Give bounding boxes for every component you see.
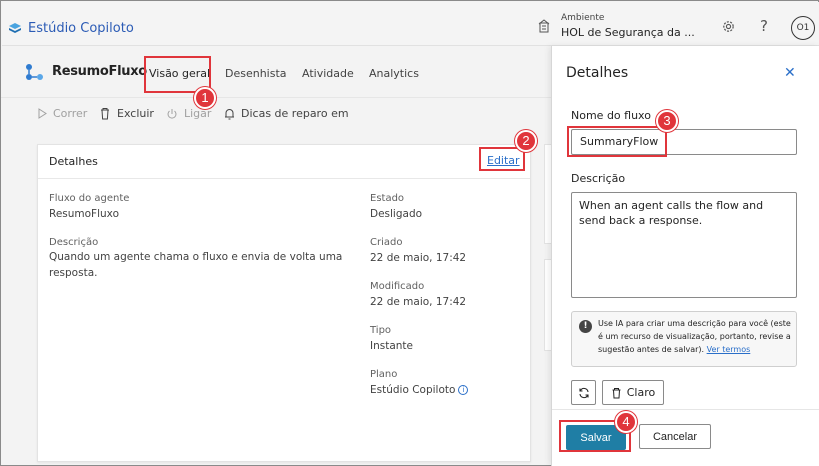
type-label: Tipo <box>370 325 392 336</box>
power-icon <box>167 108 177 119</box>
run-button[interactable]: Correr <box>37 107 87 120</box>
environment-label: Ambiente <box>561 13 605 23</box>
app-window: Estúdio Copiloto Ambiente HOL de Seguran… <box>0 0 819 466</box>
description-textarea[interactable]: When an agent calls the flow and send ba… <box>571 192 797 298</box>
run-label: Correr <box>53 107 88 120</box>
flow-name-label: Nome do fluxo <box>571 109 651 122</box>
flow-name: ResumoFluxo <box>52 64 147 79</box>
delete-label: Excluir <box>117 107 154 120</box>
ai-suggestion-note: ! Use IA para criar uma descrição para v… <box>571 311 797 367</box>
annotation-highlight-flow-name <box>567 126 667 157</box>
details-card-header: Detalhes Editar <box>38 145 530 179</box>
description-value: Quando um agente chama o fluxo e envia d… <box>49 251 343 279</box>
gear-icon[interactable] <box>721 19 736 34</box>
app-title[interactable]: Estúdio Copiloto <box>28 21 134 36</box>
created-value: 22 de maio, 17:42 <box>370 252 467 264</box>
details-card-title: Detalhes <box>49 155 98 168</box>
agent-flow-value: ResumoFluxo <box>49 208 119 220</box>
repair-tips-button[interactable]: Dicas de reparo em <box>224 107 349 120</box>
type-value: Instante <box>370 340 414 352</box>
view-terms-link[interactable]: Ver termos <box>707 345 751 354</box>
close-icon[interactable]: ✕ <box>784 65 796 81</box>
annotation-badge-3: 3 <box>656 110 678 132</box>
state-label: Estado <box>370 193 405 204</box>
tab-analytics[interactable]: Analytics <box>369 67 419 80</box>
tab-activity[interactable]: Atividade <box>302 67 354 80</box>
delete-button[interactable]: Excluir <box>99 107 154 120</box>
plan-row: Estúdio Copiloto i <box>370 382 469 398</box>
copilot-studio-logo-icon <box>9 23 21 33</box>
play-icon <box>38 108 47 119</box>
bell-icon <box>225 108 234 119</box>
regenerate-button[interactable] <box>571 380 596 405</box>
annotation-badge-2: 2 <box>515 130 537 152</box>
details-card: Detalhes Editar Fluxo do agente ResumoFl… <box>37 144 531 462</box>
turn-on-label: Ligar <box>184 107 212 120</box>
trash-icon <box>101 108 109 120</box>
top-bar: Estúdio Copiloto Ambiente HOL de Seguran… <box>2 2 819 46</box>
repair-tips-label: Dicas de reparo em <box>241 107 349 120</box>
environment-icon[interactable] <box>537 19 551 33</box>
description-field-label: Descrição <box>571 172 626 185</box>
annotation-badge-1: 1 <box>194 87 216 109</box>
avatar[interactable]: O1 <box>791 16 815 40</box>
ai-note-text: Use IA para criar uma descrição para voc… <box>598 319 791 354</box>
tab-designer[interactable]: Desenhista <box>225 67 287 80</box>
refresh-icon <box>578 387 589 398</box>
info-icon[interactable]: i <box>458 385 469 395</box>
header-divider <box>1 97 551 98</box>
panel-footer-divider <box>552 409 819 410</box>
modified-label: Modificado <box>370 281 425 292</box>
cancel-button[interactable]: Cancelar <box>639 424 711 449</box>
help-icon[interactable]: ? <box>760 17 768 35</box>
state-value: Desligado <box>370 208 423 220</box>
created-label: Criado <box>370 237 403 248</box>
trash-icon <box>612 387 621 398</box>
details-panel: Detalhes ✕ Nome do fluxo SummaryFlow Des… <box>551 46 819 466</box>
modified-value: 22 de maio, 17:42 <box>370 296 467 308</box>
clear-button[interactable]: Claro <box>602 380 664 405</box>
annotation-badge-4: 4 <box>615 411 637 433</box>
panel-title: Detalhes <box>566 65 629 81</box>
plan-value: Estúdio Copiloto <box>370 384 456 396</box>
environment-value[interactable]: HOL de Segurança da ... <box>561 26 695 39</box>
plan-label: Plano <box>370 369 398 380</box>
clear-label: Claro <box>626 386 656 399</box>
description-label: Descrição <box>49 237 99 248</box>
agent-flow-label: Fluxo do agente <box>49 193 130 204</box>
flow-icon <box>26 64 43 80</box>
exclamation-icon: ! <box>579 320 592 333</box>
annotation-highlight-edit <box>479 147 525 171</box>
